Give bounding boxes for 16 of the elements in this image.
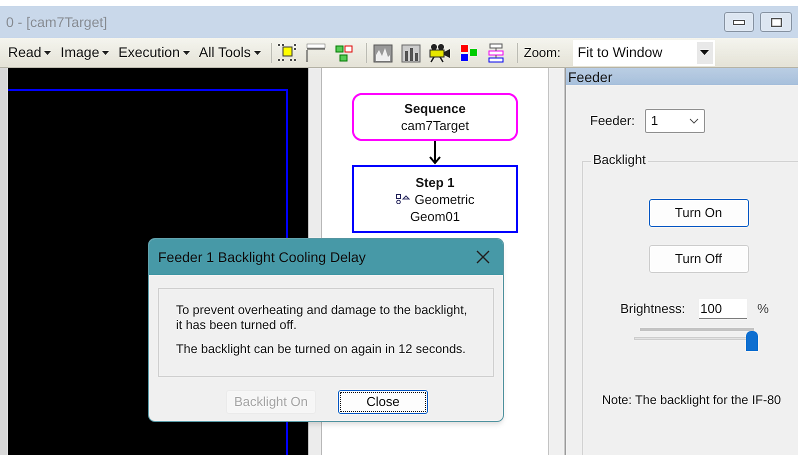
percent-unit: % (757, 300, 769, 318)
node-tool: Geometric (414, 190, 474, 208)
panel-title: Feeder (568, 70, 612, 84)
group-title: Backlight (591, 153, 648, 166)
node-subtitle: Geom01 (410, 208, 460, 224)
message-text: The backlight can be turned on again in 12 seconds. (176, 342, 467, 357)
feeder-label: Feeder: (590, 112, 635, 130)
node-title: Step 1 (415, 174, 454, 190)
window-title: 0 - [cam7Target] (6, 12, 108, 32)
node-subtitle: cam7Target (401, 117, 469, 134)
brightness-label: Brightness: (620, 300, 686, 318)
dialog-title: Feeder 1 Backlight Cooling Delay (158, 248, 366, 267)
message-text: To prevent overheating and damage to the backlight, it has been turned off. (176, 303, 468, 333)
zoom-label: Zoom: (524, 44, 561, 62)
node-title: Sequence (404, 100, 466, 117)
note-text: Note: The backlight for the IF-80 (602, 392, 782, 409)
